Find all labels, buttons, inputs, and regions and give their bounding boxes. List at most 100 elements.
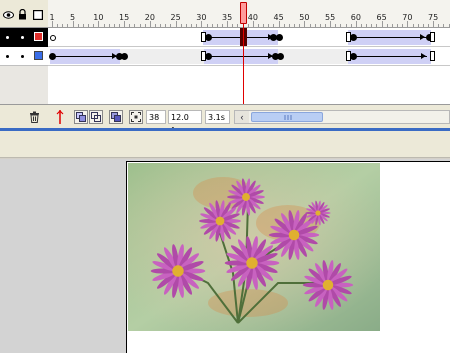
ruler-tick [82, 24, 84, 27]
flower-photo[interactable] [128, 163, 380, 331]
ruler-tick [386, 24, 388, 27]
layer-track-2[interactable] [48, 47, 450, 66]
flash-editor: 1 5 10 15 20 25 30 35 40 45 50 55 60 65 70 75 [0, 0, 450, 353]
ruler-label: 60 [350, 13, 361, 22]
keyframe[interactable] [205, 34, 212, 41]
modify-onion-markers-icon[interactable] [129, 110, 143, 124]
ruler-tick [211, 24, 213, 27]
ruler-tick [288, 24, 290, 27]
ruler-label: 35 [222, 13, 233, 22]
ruler-tick [335, 24, 337, 27]
visibility-dot[interactable] [6, 55, 9, 58]
ruler-tick [88, 24, 90, 27]
ruler-label: 30 [196, 13, 207, 22]
ruler-tick [294, 24, 296, 27]
tween-arrow [355, 56, 427, 57]
layer-row-2[interactable] [0, 47, 48, 66]
elapsed-time-field: 3.1s [205, 110, 230, 124]
tween-arrowhead [420, 34, 425, 40]
static-span[interactable] [120, 49, 204, 64]
ruler-tick [371, 24, 373, 27]
layer-color-swatch[interactable] [34, 32, 43, 41]
ruler-tick [196, 24, 198, 27]
scroll-thumb[interactable] [251, 112, 323, 122]
ruler-label: 25 [170, 13, 181, 22]
lock-dot[interactable] [21, 36, 24, 39]
static-span[interactable] [278, 49, 348, 64]
layer-row-1[interactable] [0, 28, 48, 47]
timeline-horizontal-scrollbar[interactable]: ‹ [234, 110, 450, 124]
layer-list-empty [0, 66, 48, 104]
ruler-tick [129, 24, 131, 27]
onion-skin-icon[interactable] [74, 110, 88, 124]
trash-icon[interactable] [29, 111, 40, 123]
ruler-tick [118, 24, 120, 27]
ruler-tick [273, 24, 275, 27]
ruler-tick [366, 24, 368, 27]
ruler-tick [103, 24, 105, 27]
ruler-tick [417, 24, 419, 27]
ruler-label: 55 [325, 13, 336, 22]
ruler-label: 65 [376, 13, 387, 22]
onion-skin-outline-icon[interactable] [89, 110, 103, 124]
layer-header [0, 0, 48, 28]
keyframe-empty[interactable] [50, 35, 56, 41]
edit-multiple-frames-icon[interactable] [109, 110, 123, 124]
ruler-tick [391, 24, 393, 27]
ruler-tick [443, 24, 445, 27]
edit-bar [0, 131, 450, 158]
layer-track-1[interactable] [48, 28, 450, 47]
scroll-left-arrow-icon[interactable]: ‹ [235, 111, 249, 123]
playhead-line [243, 24, 244, 104]
ruler-tick [139, 24, 141, 27]
lock-icon[interactable] [18, 9, 27, 20]
ruler-tick [314, 24, 316, 27]
ruler-tick [438, 24, 440, 27]
ruler-tick [309, 24, 311, 27]
ruler-tick [412, 24, 414, 27]
ruler-tick [77, 24, 79, 27]
keyframe[interactable] [276, 34, 283, 41]
ruler-tick [361, 24, 362, 27]
ruler-tick [221, 24, 223, 27]
visibility-dot[interactable] [6, 36, 9, 39]
center-frame-icon[interactable] [55, 110, 65, 124]
ruler-tick [427, 24, 429, 27]
ruler-label: 45 [273, 13, 284, 22]
ruler-tick [180, 24, 182, 27]
tween-arrow [353, 37, 428, 38]
ruler-label: 5 [70, 13, 76, 22]
ruler-tick [247, 24, 249, 27]
ruler-tick [170, 24, 172, 27]
timeline-toolbar: 38 12.0 fps 3.1s ‹ [0, 104, 450, 135]
keyframe[interactable] [121, 53, 128, 60]
ruler-tick [144, 24, 146, 27]
ruler-tick [232, 24, 234, 27]
ruler-tick [324, 24, 326, 27]
keyframe[interactable] [350, 34, 357, 41]
ruler-tick [448, 24, 450, 27]
ruler-label: 10 [93, 13, 104, 22]
keyframe[interactable] [277, 53, 284, 60]
tween-arrow [54, 56, 118, 57]
timeline-panel: 1 5 10 15 20 25 30 35 40 45 50 55 60 65 70 75 [0, 0, 450, 135]
ruler-tick [67, 24, 69, 27]
ruler-tick [340, 24, 342, 27]
ruler-tick [258, 24, 259, 27]
ruler-tick [165, 24, 167, 27]
frame-ruler[interactable]: 1 5 10 15 20 25 30 35 40 45 50 55 60 65 70 75 [48, 0, 450, 28]
ruler-tick [268, 24, 270, 27]
ruler-tick [93, 24, 95, 27]
frame-end [430, 32, 435, 42]
ruler-label: 20 [144, 13, 155, 22]
layer-color-swatch[interactable] [34, 51, 43, 60]
ruler-tick [155, 24, 156, 27]
ruler-tick [263, 24, 265, 27]
ruler-label: 1 [49, 13, 55, 22]
ruler-tick [283, 24, 285, 27]
lock-dot[interactable] [21, 55, 24, 58]
playhead[interactable] [240, 2, 247, 24]
eye-icon[interactable] [3, 11, 14, 19]
ruler-tick [108, 24, 110, 27]
ruler-tick [376, 24, 378, 27]
